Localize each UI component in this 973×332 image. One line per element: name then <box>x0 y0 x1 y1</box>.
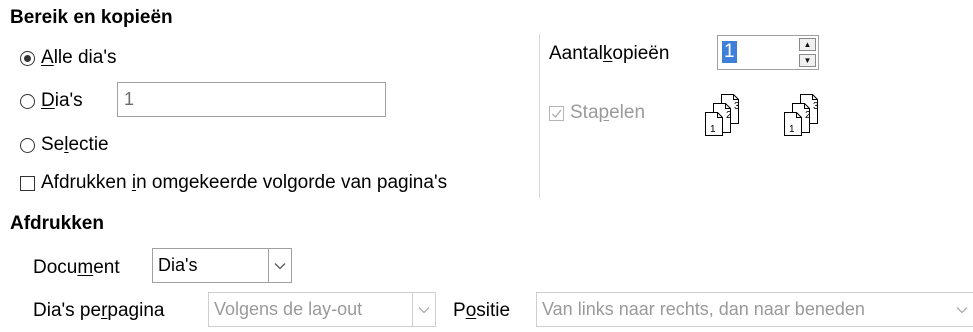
slides-per-page-label: Dia's pe r pagina <box>33 300 165 321</box>
chevron-up-icon: ▲ <box>803 40 812 49</box>
copies-value[interactable]: 1 <box>722 41 737 63</box>
slides-radio[interactable]: Dia's <box>20 90 83 112</box>
all-slides-radio[interactable]: Alle dia's <box>20 47 116 69</box>
radio-indicator <box>20 93 35 109</box>
slides-range-input[interactable]: 1 <box>117 82 386 117</box>
collated-pages-icon-2: 3 2 1 <box>772 86 834 138</box>
collated-pages-icon: 3 2 1 <box>693 86 755 138</box>
check-icon <box>552 109 562 118</box>
svg-text:1: 1 <box>789 124 795 135</box>
radio-indicator <box>20 50 35 66</box>
chevron-down-icon[interactable] <box>268 249 291 282</box>
spin-down-button[interactable]: ▼ <box>799 54 816 67</box>
document-label: Docu m ent <box>33 257 120 278</box>
radio-indicator <box>20 137 35 153</box>
print-section-title: Afdrukken <box>10 213 104 234</box>
collate-checkbox[interactable]: Stapelen <box>549 102 645 124</box>
document-select[interactable]: Dia's <box>152 248 292 283</box>
column-separator <box>539 34 540 198</box>
svg-text:1: 1 <box>710 124 716 135</box>
range-section-title: Bereik en kopieën <box>10 7 173 28</box>
svg-text:2: 2 <box>726 110 732 121</box>
position-select[interactable]: Van links naar rechts, dan naar beneden <box>536 292 973 327</box>
reverse-order-checkbox[interactable]: Afdrukken in omgekeerde volgorde van pag… <box>20 172 447 194</box>
chevron-down-icon[interactable] <box>412 293 435 326</box>
spin-up-button[interactable]: ▲ <box>799 38 816 51</box>
copies-spinbox[interactable]: 1 ▲ ▼ <box>717 35 819 70</box>
checkbox-indicator <box>20 175 35 191</box>
position-label: Po sitie <box>453 300 511 321</box>
selection-radio[interactable]: Selectie <box>20 134 109 156</box>
svg-text:2: 2 <box>805 110 811 121</box>
chevron-down-icon[interactable] <box>950 293 973 326</box>
slides-per-page-select[interactable]: Volgens de lay-out <box>208 292 436 327</box>
checkbox-indicator <box>549 105 564 121</box>
svg-text:3: 3 <box>734 101 740 112</box>
chevron-down-icon: ▼ <box>803 56 812 65</box>
svg-text:3: 3 <box>813 101 819 112</box>
copies-label: Aantal k opieën <box>549 43 670 64</box>
